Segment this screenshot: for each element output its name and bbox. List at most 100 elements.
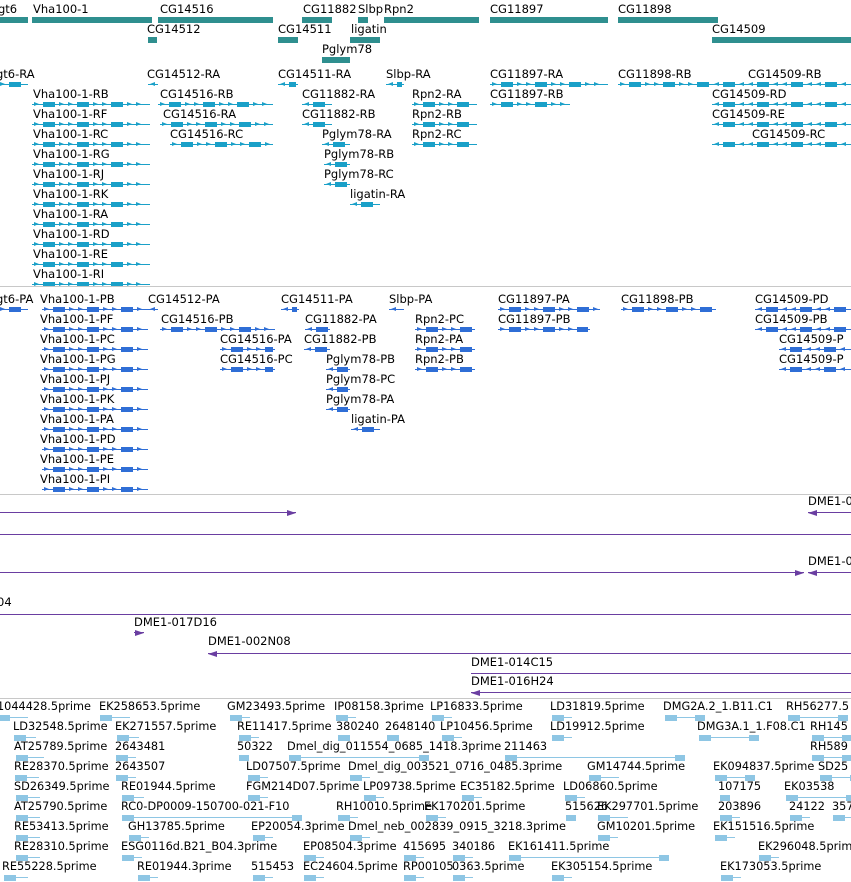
rna-model-cg11898-rb[interactable] (618, 82, 718, 87)
est-label-50322[interactable]: 50322 (237, 740, 273, 754)
gene-label-rpn2[interactable]: Rpn2 (384, 2, 414, 16)
est-label-dmel-dig-011554-0685-1418-3prime[interactable]: Dmel_dig_011554_0685_1418.3prime (287, 740, 501, 754)
gene-model-cg11898[interactable] (618, 17, 718, 23)
peptide-model-cg14516-pc[interactable] (220, 367, 275, 372)
clone-bar-dme1-016h24[interactable] (471, 690, 851, 696)
est-label-at25789-5prime[interactable]: AT25789.5prime (14, 740, 107, 754)
est-label-ip08158-3prime[interactable]: IP08158.3prime (334, 700, 424, 714)
rna-label-vha100-1-rd[interactable]: Vha100-1-RD (33, 227, 110, 241)
est-bar-ek305154-5prime[interactable] (552, 875, 572, 881)
clone-label-04[interactable]: 04 (0, 595, 12, 609)
rna-label-cg11897-rb[interactable]: CG11897-RB (490, 87, 564, 101)
clone-label-dme1-017d16[interactable]: DME1-017D16 (134, 615, 217, 629)
peptide-model-gt6-pa[interactable] (0, 307, 28, 312)
est-label-dmg3a-1-1-f08-c1[interactable]: DMG3A.1_1.F08.C1 (697, 720, 806, 734)
gene-model-pglym78[interactable] (322, 57, 350, 63)
gene-label-cg14516[interactable]: CG14516 (160, 2, 214, 16)
est-label-fgm214d07-5prime[interactable]: FGM214D07.5prime (246, 780, 359, 794)
est-bar-ek151516-5prime[interactable] (715, 835, 735, 841)
peptide-label-rpn2-pa[interactable]: Rpn2-PA (415, 332, 463, 346)
est-label-rc0-dp0009-150700-021-f10[interactable]: RC0-DP0009-150700-021-F10 (121, 800, 290, 814)
est-label-107175[interactable]: 107175 (718, 780, 761, 794)
rna-label-cg14512-ra[interactable]: CG14512-RA (147, 67, 220, 81)
gene-model-cg14509[interactable] (712, 37, 851, 43)
est-label-gm10201-5prime[interactable]: GM10201.5prime (597, 820, 695, 834)
peptide-label-cg14511-pa[interactable]: CG14511-PA (281, 292, 353, 306)
est-label-re28370-5prime[interactable]: RE28370.5prime (14, 760, 109, 774)
est-label-380240[interactable]: 380240 (336, 720, 379, 734)
rna-label-ligatin-ra[interactable]: ligatin-RA (350, 187, 405, 201)
est-label-re55228-5prime[interactable]: RE55228.5prime (2, 860, 97, 874)
clone-label-dme1-014c15[interactable]: DME1-014C15 (471, 655, 553, 669)
gene-label-cg11897[interactable]: CG11897 (490, 2, 544, 16)
gene-label-cg14511[interactable]: CG14511 (278, 22, 332, 36)
gene-model-gt6[interactable] (0, 17, 28, 23)
rna-label-rpn2-rc[interactable]: Rpn2-RC (412, 127, 462, 141)
peptide-label-vha100-1-pj[interactable]: Vha100-1-PJ (40, 372, 110, 386)
est-label-ld32548-5prime[interactable]: LD32548.5prime (13, 720, 108, 734)
est-label-lp10456-5prime[interactable]: LP10456.5prime (440, 720, 533, 734)
est-label-re01944-5prime[interactable]: RE01944.5prime (121, 780, 216, 794)
rna-model-pglym78-rc[interactable] (324, 182, 350, 187)
est-label-2648140[interactable]: 2648140 (385, 720, 435, 734)
est-label-re01944-3prime[interactable]: RE01944.3prime (137, 860, 232, 874)
rna-label-gt6-ra[interactable]: gt6-RA (0, 67, 35, 81)
est-label-rp00105[interactable]: RP00105 (403, 860, 454, 874)
est-label-ep08504-3prime[interactable]: EP08504.3prime (303, 840, 397, 854)
rna-label-pglym78-ra[interactable]: Pglym78-RA (322, 127, 392, 141)
peptide-model-ligatin-pa[interactable] (351, 427, 380, 432)
rna-label-vha100-1-rj[interactable]: Vha100-1-RJ (33, 167, 104, 181)
peptide-label-cg11882-pa[interactable]: CG11882-PA (305, 312, 377, 326)
est-label-gm14744-5prime[interactable]: GM14744.5prime (587, 760, 685, 774)
peptide-label-vha100-1-pk[interactable]: Vha100-1-PK (40, 392, 114, 406)
rna-label-slbp-ra[interactable]: Slbp-RA (386, 67, 431, 81)
est-label-esg0116d-b21-b04-3prime[interactable]: ESG0116d.B21_B04.3prime (121, 840, 277, 854)
gene-model-vha100-1[interactable] (32, 17, 152, 23)
est-label-ld07507-5prime[interactable]: LD07507.5prime (246, 760, 341, 774)
peptide-label-cg14509-p[interactable]: CG14509-P (779, 332, 844, 346)
gene-model-cg14512[interactable] (148, 37, 157, 43)
est-label-rh145[interactable]: RH145 (810, 720, 848, 734)
rna-label-cg11882-rb[interactable]: CG11882-RB (302, 107, 376, 121)
est-label-ek094837-5prime[interactable]: EK094837.5prime (713, 760, 814, 774)
est-label-lp09738-5prime[interactable]: LP09738.5prime (363, 780, 456, 794)
est-bar-ek173053-5prime[interactable] (721, 875, 741, 881)
est-label-gm23493-5prime[interactable]: GM23493.5prime (227, 700, 325, 714)
est-label-ek170201-5prime[interactable]: EK170201.5prime (424, 800, 525, 814)
rna-label-pglym78-rb[interactable]: Pglym78-RB (324, 147, 394, 161)
est-label-rh589[interactable]: RH589 (810, 740, 848, 754)
peptide-label-cg14516-pa[interactable]: CG14516-PA (220, 332, 292, 346)
peptide-model-slbp-pa[interactable] (389, 307, 404, 312)
peptide-label-cg14516-pb[interactable]: CG14516-PB (161, 312, 234, 326)
est-label-211463[interactable]: 211463 (504, 740, 547, 754)
gene-model-cg11897[interactable] (490, 17, 608, 23)
peptide-model-cg14511-pa[interactable] (281, 307, 299, 312)
rna-label-vha100-1-rg[interactable]: Vha100-1-RG (33, 147, 110, 161)
est-bar-0363-5prime[interactable] (453, 875, 473, 881)
peptide-model-cg14512-pa[interactable] (148, 307, 158, 312)
est-label-0363-5prime[interactable]: 0363.5prime (452, 860, 524, 874)
gene-model-slbp[interactable] (358, 17, 368, 23)
est-label-515453[interactable]: 515453 (251, 860, 294, 874)
rna-label-vha100-1-rb[interactable]: Vha100-1-RB (33, 87, 109, 101)
rna-model-cg11897-rb[interactable] (490, 102, 570, 107)
clone-bar-dme1-0[interactable] (808, 510, 851, 516)
gene-label-gt6[interactable]: gt6 (0, 2, 17, 16)
peptide-label-cg11897-pa[interactable]: CG11897-PA (498, 292, 570, 306)
peptide-model-cg11897-pb[interactable] (498, 327, 590, 332)
clone-label-dme1-0[interactable]: DME1-0 (808, 554, 851, 568)
est-bar-515626[interactable] (566, 815, 576, 821)
est-label-gh13785-5prime[interactable]: GH13785.5prime (128, 820, 225, 834)
est-label-ek03538[interactable]: EK03538 (784, 780, 834, 794)
rna-model-slbp-ra[interactable] (386, 82, 404, 87)
rna-label-vha100-1-rc[interactable]: Vha100-1-RC (33, 127, 108, 141)
peptide-label-cg11898-pb[interactable]: CG11898-PB (621, 292, 694, 306)
rna-label-cg11897-ra[interactable]: CG11897-RA (490, 67, 563, 81)
rna-label-cg14516-rb[interactable]: CG14516-RB (160, 87, 234, 101)
peptide-label-vha100-1-pf[interactable]: Vha100-1-PF (40, 312, 113, 326)
peptide-label-vha100-1-pb[interactable]: Vha100-1-PB (40, 292, 115, 306)
clone-bar[interactable] (0, 570, 804, 576)
est-label-re53413-5prime[interactable]: RE53413.5prime (14, 820, 109, 834)
rna-label-cg14511-ra[interactable]: CG14511-RA (278, 67, 351, 81)
peptide-label-cg14509-pd[interactable]: CG14509-PD (755, 292, 828, 306)
